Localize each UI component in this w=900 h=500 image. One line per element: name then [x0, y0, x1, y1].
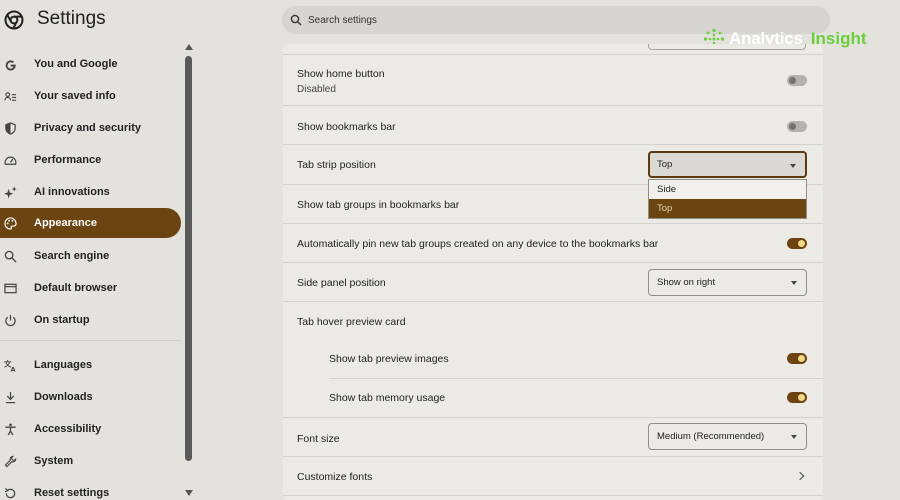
sidebar-item-label: AI innovations: [34, 186, 110, 198]
bookmarks-bar-toggle[interactable]: [787, 121, 807, 132]
sidebar-item-performance[interactable]: Performance: [0, 145, 181, 175]
setting-row-memory-usage[interactable]: Show tab memory usage: [283, 378, 823, 417]
sidebar-item-appearance[interactable]: Appearance: [0, 208, 181, 238]
setting-row-bookmarks-bar[interactable]: Show bookmarks bar: [283, 105, 823, 144]
setting-row-auto-pin[interactable]: Automatically pin new tab groups created…: [283, 223, 823, 262]
scroll-up-arrow-icon[interactable]: [185, 44, 193, 50]
sidebar-item-label: System: [34, 455, 74, 467]
select-value: Medium (Recommended): [657, 431, 765, 442]
sidebar-scrollbar[interactable]: [184, 44, 194, 500]
scroll-thumb[interactable]: [185, 56, 192, 461]
reset-icon: [3, 486, 17, 500]
sidebar-nav: You and Google Your saved info Privacy a…: [0, 48, 185, 500]
sidebar-item-label: Languages: [34, 359, 93, 371]
setting-row-hover-card: Tab hover preview card: [283, 301, 823, 339]
sidebar-item-saved-info[interactable]: Your saved info: [0, 81, 181, 111]
browser-window-icon: [3, 281, 17, 295]
sidebar-item-label: You and Google: [34, 58, 118, 70]
sidebar-item-label: Search engine: [34, 250, 110, 262]
wrench-icon: [3, 454, 17, 468]
sparkle-icon: [3, 185, 17, 199]
sidebar-item-on-startup[interactable]: On startup: [0, 305, 181, 335]
sidebar-item-downloads[interactable]: Downloads: [0, 382, 181, 412]
dropdown-option-top[interactable]: Top: [649, 199, 806, 218]
setting-label: Tab strip position: [297, 159, 376, 171]
setting-label: Customize fonts: [297, 471, 373, 483]
setting-row-home-button[interactable]: Show home button Disabled: [283, 54, 823, 105]
setting-label: Tab hover preview card: [297, 316, 406, 328]
download-icon: [3, 390, 17, 404]
dropdown-option-side[interactable]: Side: [649, 180, 806, 199]
google-icon: [3, 57, 17, 71]
memory-usage-toggle[interactable]: [787, 392, 807, 403]
auto-pin-toggle[interactable]: [787, 238, 807, 249]
sidebar-item-default-browser[interactable]: Default browser: [0, 273, 181, 303]
chevron-down-icon: [790, 164, 796, 168]
scroll-down-arrow-icon[interactable]: [185, 490, 193, 496]
side-panel-position-select[interactable]: Show on right: [648, 269, 807, 296]
palette-icon: [3, 216, 17, 230]
translate-icon: 文A: [3, 358, 17, 372]
shield-icon: [3, 121, 17, 135]
setting-label: Show home button: [297, 68, 385, 80]
search-input[interactable]: [308, 14, 808, 26]
home-button-toggle[interactable]: [787, 75, 807, 86]
power-icon: [3, 313, 17, 327]
tab-strip-position-select[interactable]: Top: [648, 151, 807, 178]
search-icon: [3, 249, 17, 263]
sidebar-item-system[interactable]: System: [0, 446, 181, 476]
chevron-right-icon: [795, 471, 805, 481]
setting-row-font-size: Font size Medium (Recommended): [283, 417, 823, 456]
page-title: Settings: [37, 8, 106, 29]
setting-label: Automatically pin new tab groups created…: [297, 238, 659, 250]
sidebar-item-label: On startup: [34, 314, 90, 326]
speedometer-icon: [3, 153, 17, 167]
setting-row-tab-strip-position: Tab strip position Top: [283, 144, 823, 184]
chevron-down-icon: [791, 435, 797, 439]
sidebar-item-privacy-security[interactable]: Privacy and security: [0, 113, 181, 143]
setting-label: Show tab memory usage: [329, 392, 446, 404]
setting-row-side-panel-position: Side panel position Show on right: [283, 262, 823, 301]
sidebar-item-reset-settings[interactable]: Reset settings: [0, 478, 181, 500]
sidebar-item-label: Performance: [34, 154, 102, 166]
select-value: Top: [657, 159, 673, 170]
sidebar-item-search-engine[interactable]: Search engine: [0, 241, 181, 271]
setting-label: Font size: [297, 433, 340, 445]
setting-label: Show tab groups in bookmarks bar: [297, 199, 460, 211]
sidebar-item-label: Accessibility: [34, 423, 102, 435]
partial-row-top: [283, 44, 823, 54]
setting-row-customize-fonts[interactable]: Customize fonts: [283, 456, 823, 495]
saved-info-icon: [3, 89, 17, 103]
preview-images-toggle[interactable]: [787, 353, 807, 364]
partial-row-bottom: [283, 495, 823, 500]
sidebar-item-you-and-google[interactable]: You and Google: [0, 49, 181, 79]
sidebar-item-ai-innovations[interactable]: AI innovations: [0, 177, 181, 207]
appearance-settings-panel: Show home button Disabled Show bookmarks…: [283, 44, 823, 500]
svg-text:A: A: [10, 365, 15, 371]
select-value: Show on right: [657, 277, 716, 288]
tab-strip-position-dropdown: Side Top: [648, 179, 807, 219]
chevron-down-icon: [791, 281, 797, 285]
sidebar-item-label: Reset settings: [34, 487, 110, 499]
sidebar-item-label: Your saved info: [34, 90, 116, 102]
sidebar-item-label: Default browser: [34, 282, 118, 294]
partial-control[interactable]: [648, 44, 806, 50]
sidebar-item-label: Privacy and security: [34, 122, 142, 134]
row-divider: [329, 378, 823, 379]
font-size-select[interactable]: Medium (Recommended): [648, 423, 807, 450]
sidebar-item-label: Appearance: [34, 217, 97, 229]
sidebar-item-languages[interactable]: 文A Languages: [0, 350, 181, 380]
setting-row-preview-images[interactable]: Show tab preview images: [283, 339, 823, 378]
search-icon: [290, 14, 302, 26]
setting-label: Show tab preview images: [329, 353, 449, 365]
accessibility-icon: [3, 422, 17, 436]
sidebar-item-accessibility[interactable]: Accessibility: [0, 414, 181, 444]
setting-sublabel: Disabled: [297, 84, 336, 95]
sidebar-item-label: Downloads: [34, 391, 93, 403]
chrome-logo-icon: [4, 10, 24, 30]
setting-label: Show bookmarks bar: [297, 121, 396, 133]
sidebar-divider: [0, 340, 181, 341]
setting-label: Side panel position: [297, 277, 386, 289]
